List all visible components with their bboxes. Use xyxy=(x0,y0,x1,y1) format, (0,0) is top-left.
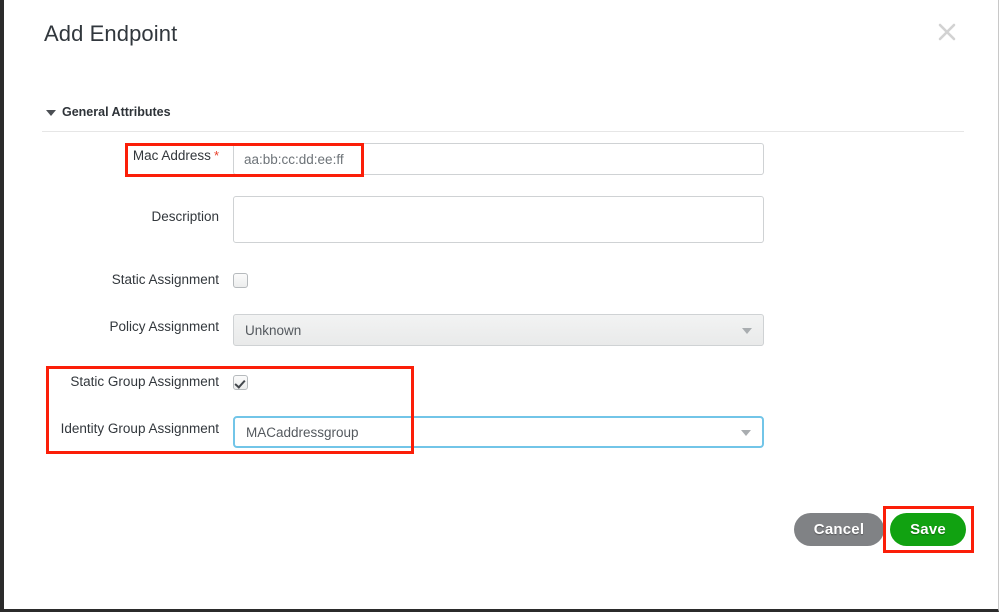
chevron-down-icon xyxy=(46,110,56,116)
mac-address-label: Mac Address * xyxy=(132,148,219,163)
static-assignment-label: Static Assignment xyxy=(111,272,219,287)
mac-address-input[interactable] xyxy=(233,143,764,175)
section-divider xyxy=(42,131,964,132)
add-endpoint-dialog: Add Endpoint General Attributes Mac Addr… xyxy=(0,0,999,612)
field-row-static-group-assignment: Static Group Assignment xyxy=(4,369,998,390)
policy-assignment-select[interactable]: Unknown xyxy=(233,314,764,346)
identity-group-assignment-select[interactable]: MACaddressgroup xyxy=(233,416,764,448)
cancel-button[interactable]: Cancel xyxy=(794,513,884,546)
field-row-static-assignment: Static Assignment xyxy=(4,267,998,288)
policy-assignment-value: Unknown xyxy=(245,322,302,338)
section-general-attributes-toggle[interactable]: General Attributes xyxy=(46,105,171,119)
static-assignment-checkbox[interactable] xyxy=(233,273,248,288)
policy-assignment-label: Policy Assignment xyxy=(109,319,219,334)
description-input[interactable] xyxy=(233,196,764,243)
chevron-down-icon xyxy=(742,328,752,334)
static-group-assignment-label: Static Group Assignment xyxy=(70,374,219,389)
section-title: General Attributes xyxy=(62,105,171,119)
description-label: Description xyxy=(151,209,219,224)
field-row-description: Description xyxy=(4,196,998,243)
field-row-policy-assignment: Policy Assignment Unknown xyxy=(4,314,998,346)
chevron-down-icon xyxy=(741,430,751,436)
page-title: Add Endpoint xyxy=(44,21,178,46)
field-row-mac-address: Mac Address * xyxy=(4,143,998,175)
identity-group-assignment-value: MACaddressgroup xyxy=(246,424,359,440)
static-group-assignment-checkbox[interactable] xyxy=(233,375,248,390)
required-marker: * xyxy=(213,148,219,163)
save-button[interactable]: Save xyxy=(890,513,966,546)
identity-group-assignment-label: Identity Group Assignment xyxy=(60,421,219,436)
field-row-identity-group-assignment: Identity Group Assignment MACaddressgrou… xyxy=(4,416,998,448)
close-icon[interactable] xyxy=(934,19,960,45)
